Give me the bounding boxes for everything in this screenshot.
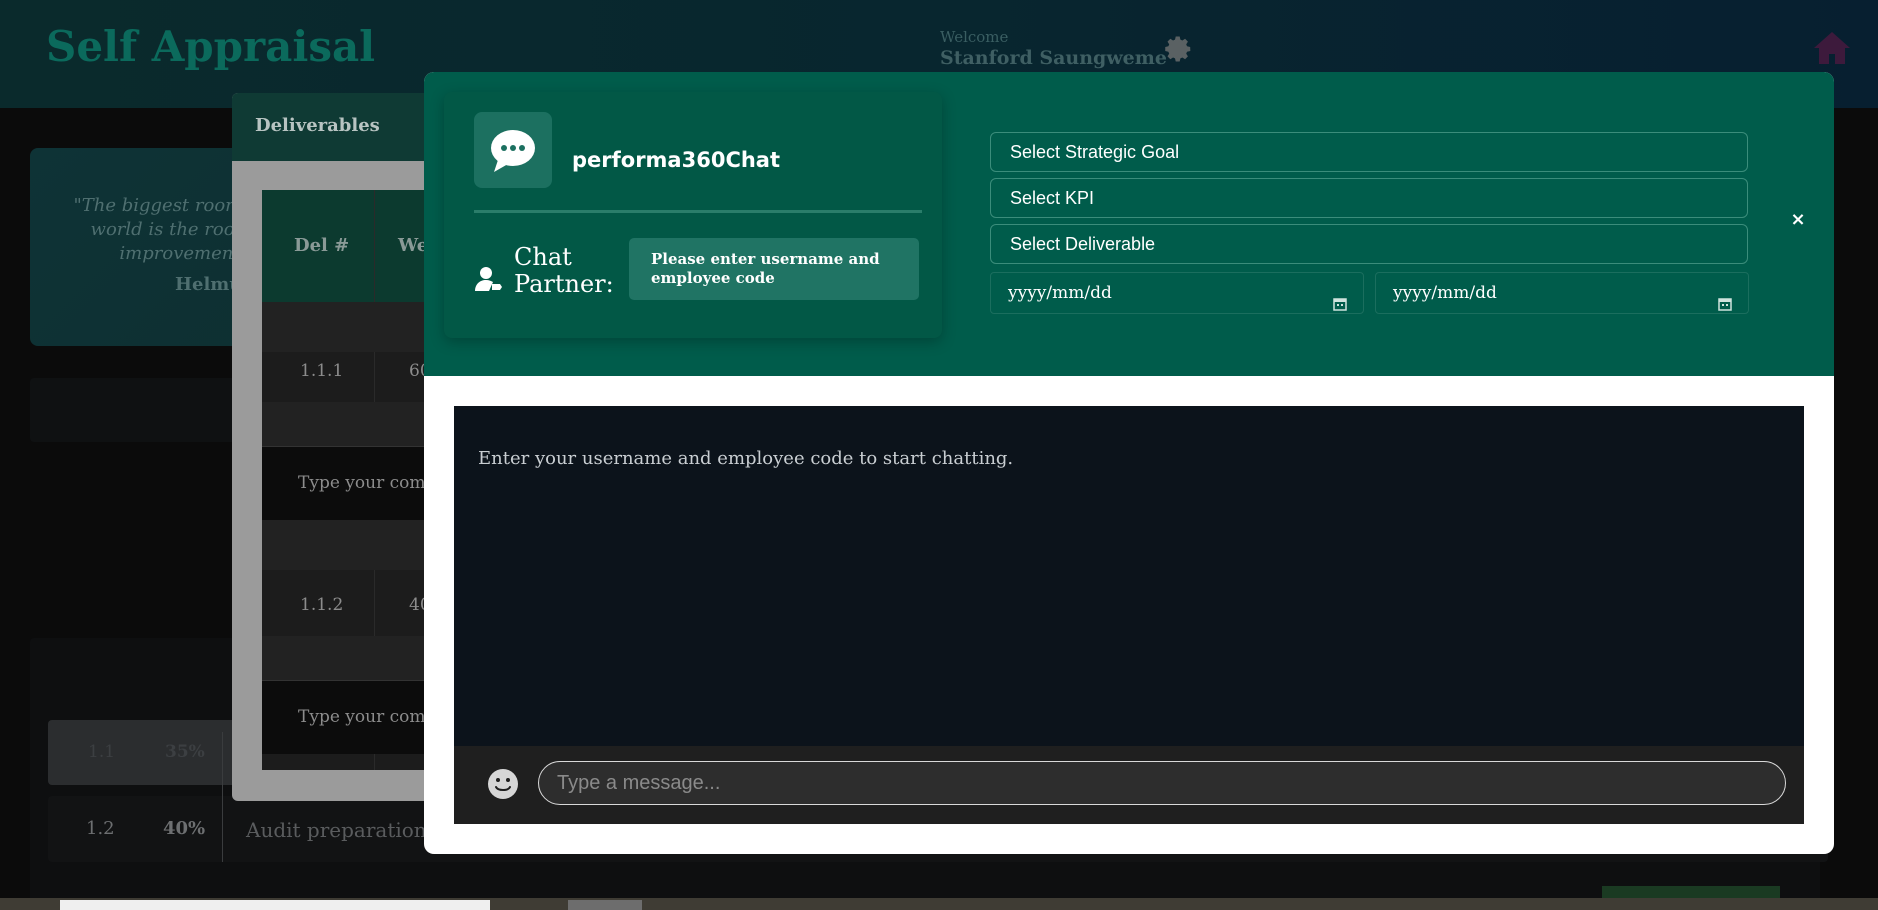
page: Self Appraisal Welcome Stanford Saungwem… (0, 0, 1878, 910)
close-button[interactable]: × (1786, 208, 1810, 232)
calendar-icon[interactable] (1333, 286, 1347, 311)
date-from-placeholder: yyyy/mm/dd (1008, 283, 1112, 303)
row-del: 1.2 (86, 818, 115, 839)
message-input[interactable]: Type a message... (538, 761, 1786, 805)
row-weight: 40% (163, 818, 206, 839)
date-to-input[interactable]: yyyy/mm/dd (1375, 272, 1749, 314)
chat-messages: Enter your username and employee code to… (454, 406, 1804, 746)
divider (474, 210, 922, 213)
chat-partner-prompt[interactable]: Please enter username and employee code (629, 238, 919, 300)
cell-del: 1.1.1 (300, 361, 344, 381)
comment-placeholder: Type your comm (298, 707, 442, 727)
gear-icon[interactable] (1160, 32, 1194, 66)
chat-empty-message: Enter your username and employee code to… (478, 448, 1014, 469)
welcome-label: Welcome (940, 28, 1009, 46)
user-name: Stanford Saungweme (940, 47, 1167, 69)
date-from-input[interactable]: yyyy/mm/dd (990, 272, 1364, 314)
chat-partner-label: Chat Partner: (514, 243, 614, 298)
column-header-del: Del # (294, 235, 350, 256)
deliverables-header: Deliverables (232, 93, 452, 161)
home-icon[interactable] (1812, 30, 1852, 66)
taskbar-highlight (60, 900, 490, 910)
chat-modal: performa360Chat Chat Partner: Please ent… (424, 72, 1834, 854)
kpi-select[interactable]: Select KPI (990, 178, 1748, 218)
page-title: Self Appraisal (46, 22, 376, 71)
chat-brand-name: performa360Chat (572, 148, 781, 172)
emoji-icon[interactable] (487, 768, 519, 800)
comment-placeholder: Type your comm (298, 473, 442, 493)
user-icon (474, 264, 504, 294)
row-del: 1.1 (88, 742, 116, 762)
deliverable-select[interactable]: Select Deliverable (990, 224, 1748, 264)
date-to-placeholder: yyyy/mm/dd (1393, 283, 1497, 303)
calendar-icon[interactable] (1718, 286, 1732, 311)
message-composer: Type a message... (454, 746, 1804, 824)
chat-bubble-icon (474, 112, 552, 188)
deliverables-title: Deliverables (255, 115, 380, 136)
cell-del: 1.1.2 (300, 595, 344, 615)
taskbar-highlight (568, 900, 642, 910)
row-divider (222, 732, 223, 862)
strategic-goal-select[interactable]: Select Strategic Goal (990, 132, 1748, 172)
chat-brand-card: performa360Chat Chat Partner: Please ent… (444, 92, 942, 338)
chat-header: performa360Chat Chat Partner: Please ent… (424, 72, 1834, 376)
deliverables-modal: Deliverables Del # We 1.1.1 60 Type your… (232, 93, 452, 801)
row-description: Audit preparation t (246, 818, 442, 842)
row-weight: 35% (165, 742, 205, 762)
